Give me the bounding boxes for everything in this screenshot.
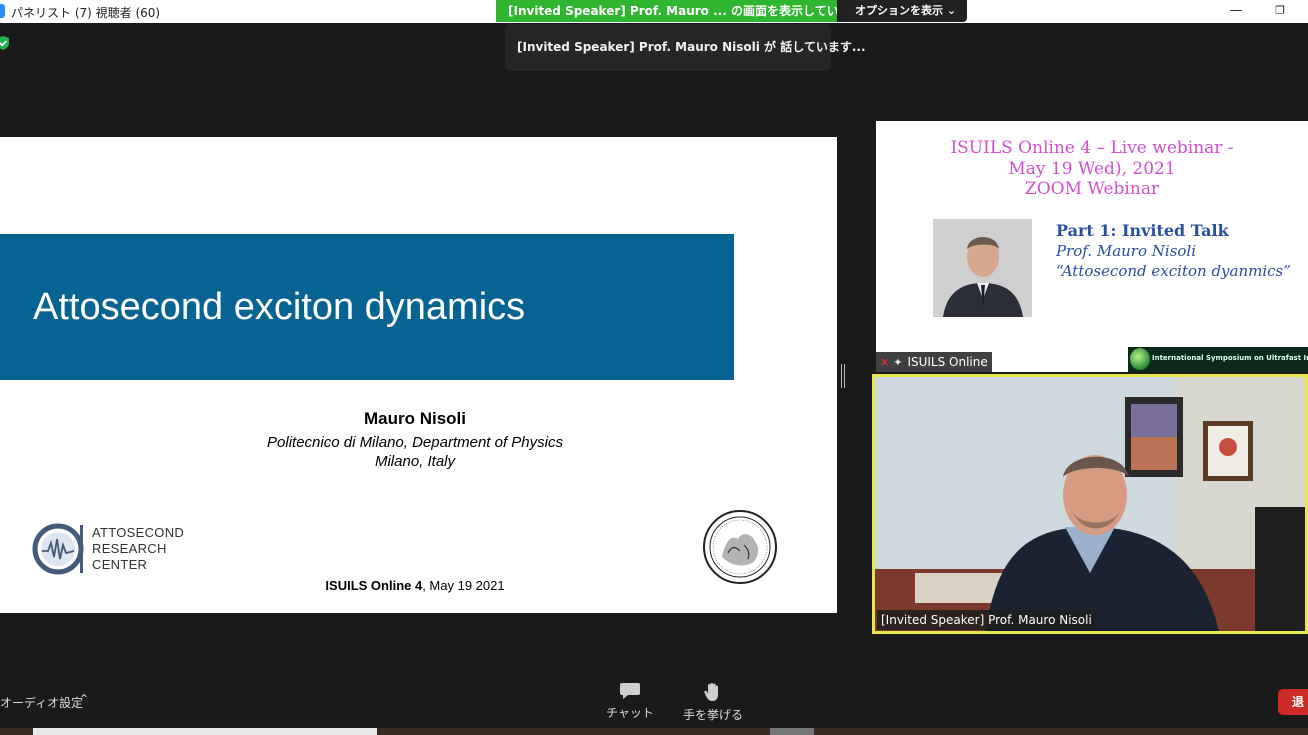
slide-author: Mauro Nisoli [363,409,466,428]
raise-hand-button[interactable]: 手を挙げる [678,682,748,726]
politecnico-seal-logo [703,510,777,584]
active-speaker-video[interactable] [872,374,1308,634]
taskbar-segment [33,728,377,735]
slide-title-band: Attosecond exciton dynamics [0,234,734,380]
restore-button[interactable]: ❐ [1270,2,1290,20]
pin-icon: ✦ [893,356,903,369]
panel-resize-handle[interactable] [841,364,845,388]
muted-mic-icon: ✕ [880,356,890,369]
isuils-banner-text: International Symposium on Ultrafast Int… [1152,354,1308,362]
audio-settings-caret-icon[interactable]: ⌃ [79,692,89,706]
taskbar-segment [770,728,814,735]
view-options-button[interactable]: オプションを表示 ⌄ [837,0,967,22]
isuils-name: ISUILS Online [907,355,988,369]
isuils-banner: International Symposium on Ultrafast Int… [1128,347,1308,372]
encryption-shield-icon[interactable] [0,36,10,50]
raise-hand-icon [704,683,718,701]
slide-footer-event: ISUILS Online 4 [325,578,423,593]
slide-title: Attosecond exciton dynamics [33,286,526,328]
logo-line-1: ATTOSECOND [92,525,185,540]
talk-title: “Attosecond exciton dyanmics” [1056,262,1291,280]
talk-part-label: Part 1: Invited Talk [1056,221,1229,240]
taskbar-strip [0,728,1308,735]
slide-location: Milano, Italy [374,453,456,470]
zoom-app-icon [0,4,5,18]
speaker-portrait [933,219,1032,317]
raise-hand-label: 手を挙げる [682,708,743,722]
screen-share-banner: [Invited Speaker] Prof. Mauro ... の画面を表示… [496,0,967,22]
slide-affiliation: Politecnico di Milano, Department of Phy… [267,434,563,451]
slide-footer-date: , May 19 2021 [422,578,505,593]
share-status: [Invited Speaker] Prof. Mauro ... の画面を表示… [496,0,837,22]
isuils-banner-graphic [1130,348,1150,370]
speaker-name-tag: [Invited Speaker] Prof. Mauro Nisoli [877,610,1096,630]
active-speaker-toast: [Invited Speaker] Prof. Mauro Nisoli が 話… [505,24,866,71]
chat-label: チャット [606,706,654,720]
webinar-heading-line-1: ISUILS Online 4 – Live webinar - [950,138,1234,158]
minimize-button[interactable]: — [1226,2,1246,20]
webinar-heading-line-2: May 19 Wed), 2021 [1008,159,1176,179]
isuils-name-tag: ✕ ✦ ISUILS Online [876,352,992,372]
webinar-heading-line-3: ZOOM Webinar [1024,179,1160,199]
audio-settings-button[interactable]: オーディオ設定 [0,694,83,711]
shared-screen-slide: Attosecond exciton dynamics Mauro Nisoli… [0,137,837,613]
leave-button[interactable]: 退 [1278,689,1308,715]
isuils-video-tile[interactable]: ISUILS Online 4 – Live webinar - May 19 … [876,121,1308,372]
logo-line-2: RESEARCH [92,541,167,556]
chat-button[interactable]: チャット [595,682,665,726]
logo-line-3: CENTER [92,557,148,572]
window-title: パネリスト (7) 視聴者 (60) [11,6,161,20]
talk-speaker: Prof. Mauro Nisoli [1056,242,1197,260]
chat-icon [620,683,640,699]
